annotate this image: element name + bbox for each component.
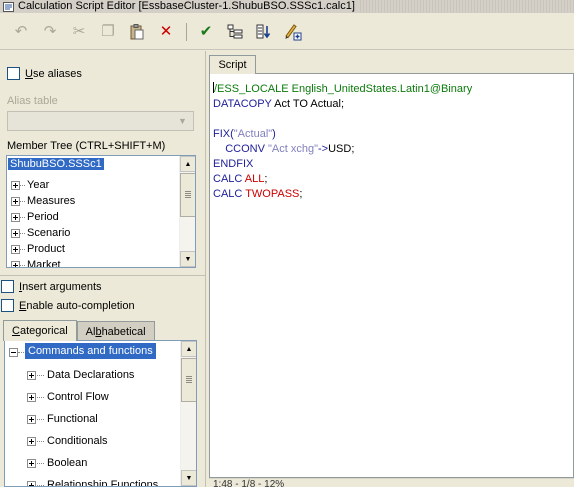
scissors-icon: ✂ [72, 23, 86, 40]
expand-plus-icon[interactable] [27, 392, 36, 402]
tab-script[interactable]: Script [209, 55, 256, 74]
outline-button[interactable] [224, 21, 246, 43]
scroll-thumb[interactable] [181, 358, 196, 402]
panel-divider[interactable] [0, 275, 205, 276]
tree-item[interactable]: Period [11, 209, 59, 225]
function-tabs: Categorical Al b habetical [3, 320, 155, 341]
toolbar: ↶ ↷ ✂ ❐ ✕ ✔ [0, 14, 574, 50]
tree-item[interactable]: Measures [11, 193, 75, 209]
chevron-down-icon[interactable]: ▼ [175, 115, 190, 128]
execute-button[interactable] [253, 21, 275, 43]
window-title: Calculation Script Editor [EssbaseCluste… [18, 0, 355, 12]
code-line: FIX("Actual") [213, 128, 276, 140]
delete-button[interactable]: ✕ [155, 21, 177, 43]
paste-button[interactable] [126, 21, 148, 43]
expand-plus-icon[interactable] [11, 244, 20, 254]
tree-item[interactable]: Year [11, 177, 49, 193]
member-tree[interactable]: ShubuBSO.SSSc1 Year Measures Period Scen… [6, 155, 196, 268]
code-line: ENDFIX [213, 158, 254, 170]
title-bar: Calculation Script Editor [EssbaseCluste… [0, 0, 574, 13]
tree-item[interactable]: Market [11, 257, 61, 267]
insert-function-button[interactable] [282, 21, 304, 43]
expand-plus-icon[interactable] [11, 228, 20, 238]
left-panel: Use aliases Alias table ▼ Member Tree (C… [0, 51, 205, 487]
execute-icon [256, 24, 271, 38]
toolbar-separator [186, 22, 187, 41]
checkmark-icon: ✔ [199, 23, 213, 40]
use-aliases-label: Use aliases [25, 67, 82, 80]
undo-button[interactable]: ↶ [10, 21, 32, 43]
expand-plus-icon[interactable] [11, 180, 20, 190]
code-line: CALC ALL; [213, 173, 268, 185]
member-tree-label: Member Tree (CTRL+SHIFT+M) [7, 140, 166, 152]
tree-item[interactable]: Scenario [11, 225, 70, 241]
commands-tree-root[interactable]: Commands and functions [25, 343, 156, 359]
expand-plus-icon[interactable] [27, 480, 36, 486]
tree-item[interactable]: Boolean [27, 455, 87, 471]
auto-completion-label: Enable auto-completion [19, 299, 135, 312]
outline-tree-icon [227, 24, 243, 38]
undo-icon: ↶ [14, 23, 28, 40]
expand-plus-icon[interactable] [11, 260, 20, 267]
member-tree-scrollbar[interactable]: ▲ ▼ [179, 156, 195, 267]
expand-plus-icon[interactable] [27, 436, 36, 446]
code-line: /ESS_LOCALE English_UnitedStates.Latin1@… [213, 82, 473, 95]
use-aliases-row: Use aliases [7, 67, 82, 80]
code-line: CALC TWOPASS; [213, 188, 303, 200]
expand-plus-icon[interactable] [11, 196, 20, 206]
expand-plus-icon[interactable] [27, 458, 36, 468]
alias-table-select[interactable]: ▼ [7, 111, 194, 131]
pencil-plus-icon [285, 23, 302, 40]
tree-item[interactable]: Product [11, 241, 65, 257]
delete-x-icon: ✕ [159, 23, 173, 40]
scroll-down-icon[interactable]: ▼ [181, 470, 196, 486]
collapse-minus-icon[interactable] [9, 348, 18, 357]
cut-button[interactable]: ✂ [68, 21, 90, 43]
paste-icon [130, 23, 144, 39]
script-panel: Script /ESS_LOCALE English_UnitedStates.… [209, 51, 574, 487]
member-tree-root[interactable]: ShubuBSO.SSSc1 [8, 158, 104, 170]
editor-status: 1:48 - 1/8 - 12% [209, 478, 574, 487]
expand-plus-icon[interactable] [27, 414, 36, 424]
code-line: CCONV "Act xchg"->USD; [225, 143, 355, 155]
tree-item[interactable]: Relationship Functions [27, 477, 158, 486]
commands-tree[interactable]: Commands and functions Data Declarations… [4, 340, 197, 487]
redo-icon: ↷ [43, 23, 57, 40]
tree-item[interactable]: Conditionals [27, 433, 108, 449]
alias-table-label: Alias table [7, 95, 58, 107]
insert-arguments-checkbox[interactable] [1, 280, 14, 293]
script-editor[interactable]: /ESS_LOCALE English_UnitedStates.Latin1@… [209, 73, 574, 478]
scroll-thumb[interactable] [180, 173, 195, 217]
scroll-up-icon[interactable]: ▲ [180, 156, 195, 172]
expand-plus-icon[interactable] [27, 370, 36, 380]
auto-completion-row: Enable auto-completion [1, 299, 135, 312]
use-aliases-checkbox[interactable] [7, 67, 20, 80]
app-icon [3, 1, 14, 12]
scroll-down-icon[interactable]: ▼ [180, 251, 195, 267]
redo-button[interactable]: ↷ [39, 21, 61, 43]
tree-item[interactable]: Functional [27, 411, 98, 427]
commands-tree-scrollbar[interactable]: ▲ ▼ [180, 341, 196, 486]
auto-completion-checkbox[interactable] [1, 299, 14, 312]
tree-item[interactable]: Control Flow [27, 389, 109, 405]
insert-arguments-label: Insert arguments [19, 280, 102, 293]
scroll-up-icon[interactable]: ▲ [181, 341, 196, 357]
expand-plus-icon[interactable] [11, 212, 20, 222]
copy-icon: ❐ [101, 23, 115, 40]
copy-button[interactable]: ❐ [97, 21, 119, 43]
insert-arguments-row: Insert arguments [1, 280, 102, 293]
tab-alphabetical[interactable]: Al b habetical [76, 321, 155, 341]
code-line: DATACOPY Act TO Actual; [213, 98, 345, 110]
tree-item[interactable]: Data Declarations [27, 367, 134, 383]
validate-button[interactable]: ✔ [195, 21, 217, 43]
tab-categorical[interactable]: Categorical [3, 320, 77, 341]
